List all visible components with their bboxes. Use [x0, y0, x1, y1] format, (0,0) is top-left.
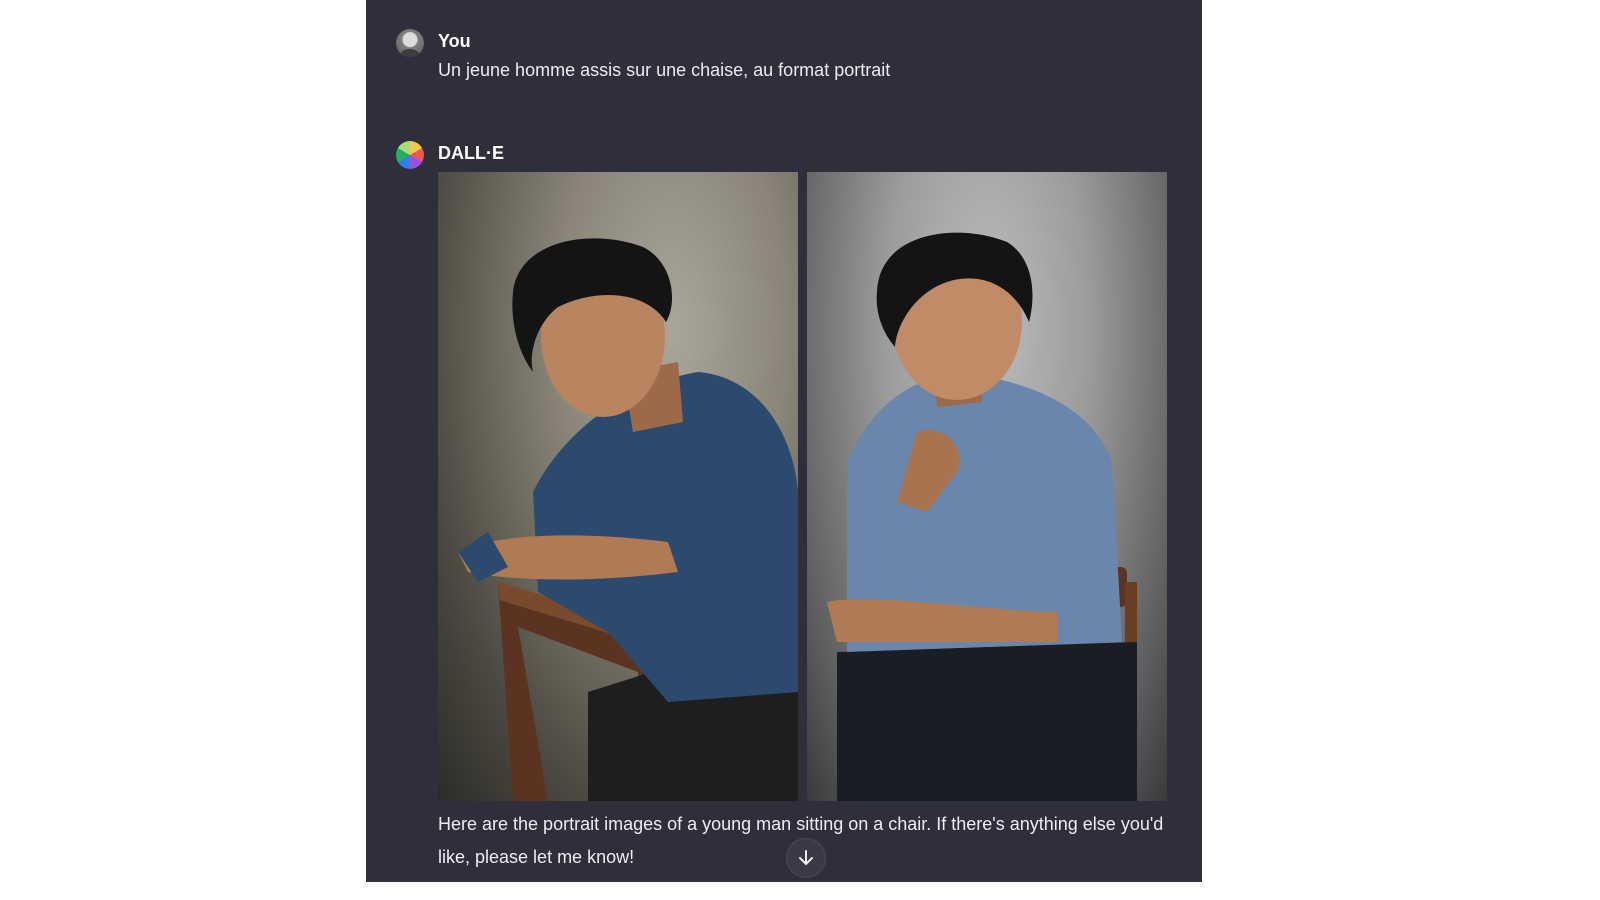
user-avatar	[396, 29, 424, 57]
generated-image-2[interactable]	[807, 172, 1167, 801]
user-author-name: You	[438, 31, 471, 51]
scroll-to-bottom-button[interactable]	[786, 838, 826, 878]
chat-panel: You Un jeune homme assis sur une chaise,…	[366, 0, 1202, 882]
generated-image-2-art	[827, 232, 1137, 801]
arrow-down-icon	[799, 850, 813, 865]
assistant-author-name: DALL·E	[438, 143, 504, 163]
generated-image-1-art	[458, 238, 798, 801]
user-message: Un jeune homme assis sur une chaise, au …	[438, 60, 891, 80]
dalle-avatar	[396, 141, 424, 169]
generated-image-1[interactable]	[438, 172, 798, 801]
